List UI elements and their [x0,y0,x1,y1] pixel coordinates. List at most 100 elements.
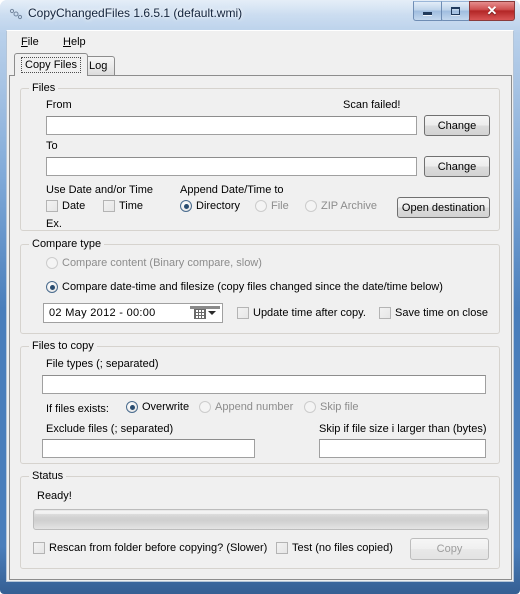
append-datetime-label: Append Date/Time to [180,184,284,196]
compare-date-picker[interactable]: 02 May 2012 - 00:00 [43,303,223,323]
compare-datetime-label: Compare date-time and filesize (copy fil… [62,281,443,293]
rescan-label: Rescan from folder before copying? (Slow… [49,542,268,554]
save-time-label: Save time on close [395,307,488,319]
append-number-radio-dot [199,401,211,413]
tab-copy-files[interactable]: Copy Files [14,53,88,76]
progress-bar [33,509,489,530]
window-frame: CopyChangedFiles 1.6.5.1 (default.wmi) ✕… [0,0,520,594]
update-time-checkbox[interactable]: Update time after copy. [237,307,366,319]
maximize-icon [442,2,469,20]
overwrite-radio[interactable]: Overwrite [126,401,189,413]
date-picker-dropdown-button[interactable] [190,306,220,320]
time-checkbox-label: Time [119,200,144,212]
tab-strip: Copy Files Log [9,53,513,76]
test-checkbox[interactable]: Test (no files copied) [276,542,393,554]
append-zip-radio-dot [305,200,317,212]
window-title: CopyChangedFiles 1.6.5.1 (default.wmi) [28,6,243,20]
append-number-label: Append number [215,401,294,413]
files-to-copy-group: Files to copy File types (; separated) I… [20,340,500,464]
copy-button[interactable]: Copy [410,538,489,560]
change-to-button[interactable]: Change [424,156,490,177]
file-types-label: File types (; separated) [46,358,159,370]
close-icon: ✕ [486,3,498,18]
close-button[interactable]: ✕ [469,1,515,21]
files-group: Files From Scan failed! Change To Change… [20,82,500,231]
menu-bar: File Help [7,31,513,53]
compare-content-label: Compare content (Binary compare, slow) [62,257,262,269]
status-group: Status Ready! Rescan from folder before … [20,470,500,569]
skip-file-label: Skip file [320,401,359,413]
compare-type-legend: Compare type [29,238,105,250]
window-controls: ✕ [413,1,515,22]
change-to-label: Change [437,160,477,173]
test-checkbox-box [276,542,288,554]
compare-datetime-radio[interactable]: Compare date-time and filesize (copy fil… [46,281,443,293]
titlebar[interactable]: CopyChangedFiles 1.6.5.1 (default.wmi) ✕ [0,0,520,30]
exclude-files-input[interactable] [42,439,255,458]
compare-date-value: 02 May 2012 - 00:00 [49,307,156,319]
open-destination-button[interactable]: Open destination [397,197,490,218]
rescan-checkbox[interactable]: Rescan from folder before copying? (Slow… [33,542,267,554]
skip-size-input[interactable] [319,439,486,458]
to-label: To [46,140,58,152]
change-from-button[interactable]: Change [424,115,490,136]
append-number-radio[interactable]: Append number [199,401,293,413]
date-checkbox[interactable]: Date [46,200,85,212]
example-label: Ex. [46,218,62,230]
use-datetime-label: Use Date and/or Time [46,184,153,196]
tab-page-copy-files: Files From Scan failed! Change To Change… [9,75,512,580]
save-time-checkbox-box [379,307,391,319]
append-file-label: File [271,200,289,212]
to-input[interactable] [46,157,417,176]
compare-type-group: Compare type Compare content (Binary com… [20,238,500,334]
compare-content-radio[interactable]: Compare content (Binary compare, slow) [46,257,262,269]
test-label: Test (no files copied) [292,542,393,554]
tab-log-label: Log [89,60,108,72]
client-area: File Help Copy Files Log Files From Scan… [6,30,514,582]
append-file-radio[interactable]: File [255,200,289,212]
files-to-copy-legend: Files to copy [29,340,97,352]
append-zip-radio[interactable]: ZIP Archive [305,200,377,212]
from-input[interactable] [46,116,417,135]
append-directory-radio[interactable]: Directory [180,200,240,212]
from-label: From [46,99,72,111]
append-file-radio-dot [255,200,267,212]
overwrite-radio-dot [126,401,138,413]
update-time-label: Update time after copy. [253,307,366,319]
files-group-legend: Files [29,82,59,94]
skip-size-label: Skip if file size i larger than (bytes) [319,423,487,435]
update-time-checkbox-box [237,307,249,319]
rescan-checkbox-box [33,542,45,554]
overwrite-label: Overwrite [142,401,190,413]
app-icon [9,8,23,20]
append-directory-radio-dot [180,200,192,212]
menu-help[interactable]: Help [59,35,90,49]
status-group-legend: Status [29,470,67,482]
calendar-icon [190,306,220,319]
status-text: Ready! [37,490,72,502]
time-checkbox[interactable]: Time [103,200,143,212]
exclude-files-label: Exclude files (; separated) [46,423,174,435]
change-from-label: Change [437,119,477,132]
minimize-button[interactable] [413,1,442,21]
file-types-input[interactable] [42,375,486,394]
date-checkbox-box [46,200,58,212]
if-files-exists-label: If files exists: [46,403,109,415]
time-checkbox-box [103,200,115,212]
append-zip-label: ZIP Archive [321,200,378,212]
skip-file-radio-dot [304,401,316,413]
skip-file-radio[interactable]: Skip file [304,401,359,413]
copy-button-label: Copy [436,543,463,555]
scan-status-label: Scan failed! [343,99,401,111]
maximize-button[interactable] [441,1,470,21]
date-checkbox-label: Date [62,200,86,212]
save-time-checkbox[interactable]: Save time on close [379,307,488,319]
chevron-down-icon [208,311,216,315]
minimize-icon [414,2,441,20]
append-directory-label: Directory [196,200,241,212]
menu-file[interactable]: File [17,35,43,49]
compare-datetime-radio-dot [46,281,58,293]
compare-content-radio-dot [46,257,58,269]
open-destination-label: Open destination [401,201,486,214]
tab-copy-files-label: Copy Files [21,57,81,73]
